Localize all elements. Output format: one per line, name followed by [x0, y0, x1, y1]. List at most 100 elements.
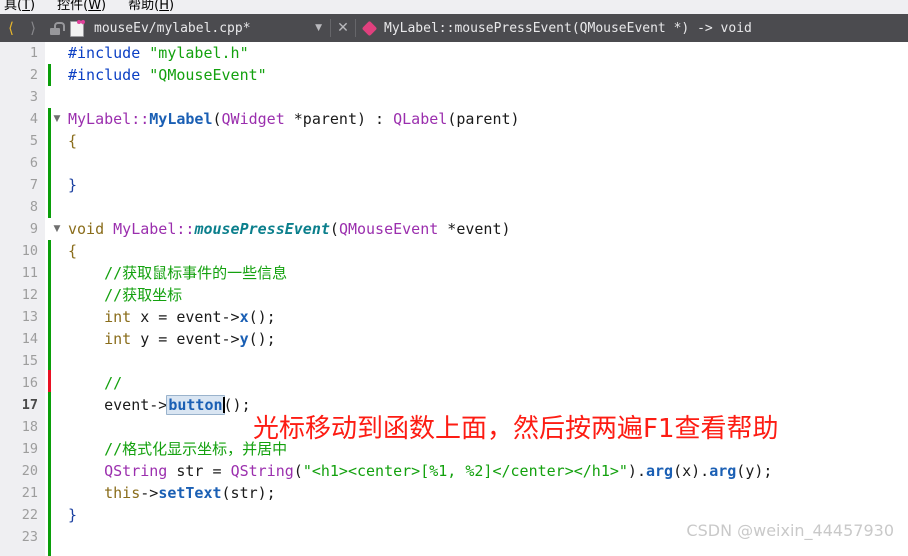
line-number: 9: [29, 221, 38, 237]
navigate-back-button[interactable]: ⟨: [0, 15, 22, 41]
line-text: }: [68, 504, 77, 526]
chevron-down-icon[interactable]: ▼: [315, 23, 328, 33]
code-line[interactable]: 4 ▼ MyLabel::MyLabel(QWidget *parent) : QL…: [0, 108, 908, 130]
back-arrow-icon: ⟨: [8, 18, 14, 37]
line-text: //: [68, 372, 122, 394]
document-modified-icon: [66, 15, 88, 41]
code-line[interactable]: 5{: [0, 130, 908, 152]
line-number: 23: [21, 529, 38, 545]
code-token: (: [329, 220, 339, 238]
line-text: MyLabel::MyLabel(QWidget *parent) : QLab…: [68, 108, 520, 130]
code-line[interactable]: 21 this->setText(str);: [0, 482, 908, 504]
line-text: int y = event->y();: [68, 328, 276, 350]
code-editor[interactable]: 1 #include "mylabel.h" 2 #include "QMouseEv…: [0, 42, 908, 556]
fold-toggle-icon[interactable]: ▼: [52, 108, 62, 130]
line-text: event->button();: [68, 394, 251, 416]
editor-toolbar: ⟨ ⟩ mouseEv/mylabel.cpp* ▼ ✕ MyLabel::mo…: [0, 14, 908, 42]
code-line[interactable]: 15: [0, 350, 908, 372]
line-text: //获取鼠标事件的一些信息: [68, 262, 287, 284]
line-number: 6: [29, 155, 38, 171]
code-line[interactable]: 14 int y = event->y();: [0, 328, 908, 350]
code-token: (str);: [221, 484, 276, 502]
line-number: 14: [21, 331, 38, 347]
code-token: ).: [627, 462, 646, 480]
line-number: 2: [29, 67, 38, 83]
code-token: *event): [438, 220, 511, 238]
code-token: ();: [248, 308, 276, 326]
code-line[interactable]: 10 {: [0, 240, 908, 262]
code-token: event->: [68, 396, 168, 414]
code-line[interactable]: 8: [0, 196, 908, 218]
code-token: (parent): [447, 110, 520, 128]
code-token: y = event->: [131, 330, 240, 348]
unlocked-padlock-icon: [49, 21, 65, 35]
line-number: 15: [21, 353, 38, 369]
code-line[interactable]: 7}: [0, 174, 908, 196]
line-number: 5: [29, 133, 38, 149]
line-text: //格式化显示坐标，并居中: [68, 438, 287, 460]
code-line[interactable]: 12 //获取坐标: [0, 284, 908, 306]
code-lines[interactable]: 1 #include "mylabel.h" 2 #include "QMouseEv…: [0, 42, 908, 556]
code-line[interactable]: 9 ▼ void MyLabel::mousePressEvent(QMouseEv…: [0, 218, 908, 240]
code-line[interactable]: 2 #include "QMouseEvent": [0, 64, 908, 86]
code-line[interactable]: 3: [0, 86, 908, 108]
line-number: 8: [29, 199, 38, 215]
code-token: ::: [131, 110, 150, 128]
code-line[interactable]: 19 //格式化显示坐标，并居中: [0, 438, 908, 460]
code-line[interactable]: 17 event->button();: [0, 394, 908, 416]
code-line[interactable]: 18: [0, 416, 908, 438]
line-number: 10: [21, 243, 38, 259]
code-line[interactable]: 20 QString str = QString("<h1><center>[%…: [0, 460, 908, 482]
code-token: #include: [68, 44, 150, 62]
code-token: {: [68, 242, 78, 260]
code-token: QString: [104, 462, 168, 480]
line-number: 1: [29, 45, 38, 61]
method-diamond-icon: [361, 20, 378, 36]
line-text: //获取坐标: [68, 284, 182, 306]
code-line[interactable]: 13 int x = event->x();: [0, 306, 908, 328]
toolbar-divider-1: [330, 19, 331, 37]
code-token: void: [68, 220, 114, 238]
code-token: arg: [645, 462, 674, 480]
lock-toggle-button[interactable]: [44, 15, 66, 41]
line-number: 12: [21, 287, 38, 303]
menu-item-2[interactable]: 帮助(H): [128, 0, 174, 13]
code-token: "<h1><center>[%1, %2]</center></h1>": [302, 462, 628, 480]
code-token: QWidget: [221, 110, 285, 128]
line-number: 19: [21, 441, 38, 457]
open-file-name: mouseEv/mylabel.cpp*: [94, 20, 251, 36]
code-token: *parent) :: [284, 110, 394, 128]
code-token: setText: [158, 484, 222, 502]
code-line[interactable]: 16 //: [0, 372, 908, 394]
code-token: "QMouseEvent": [149, 66, 267, 84]
code-token: this: [104, 484, 141, 502]
open-file-selector[interactable]: mouseEv/mylabel.cpp* ▼: [66, 15, 328, 41]
code-line[interactable]: 6: [0, 152, 908, 174]
symbol-selector[interactable]: MyLabel::mousePressEvent(QMouseEvent *) …: [384, 21, 752, 36]
toolbar-divider-2: [355, 19, 356, 37]
menu-item-1[interactable]: 控件(W): [57, 0, 106, 13]
code-token: mousePressEvent: [194, 220, 330, 238]
code-line[interactable]: 1 #include "mylabel.h": [0, 42, 908, 64]
code-token: ->: [140, 484, 159, 502]
code-token: //获取鼠标事件的一些信息: [68, 264, 288, 282]
code-token: "mylabel.h": [149, 44, 249, 62]
fold-toggle-icon[interactable]: ▼: [52, 218, 62, 240]
navigate-forward-button[interactable]: ⟩: [22, 15, 44, 41]
code-line[interactable]: 11 //获取鼠标事件的一些信息: [0, 262, 908, 284]
line-number: 17: [21, 397, 38, 413]
menu-item-0[interactable]: 具(T): [4, 0, 35, 13]
code-token: QString: [230, 462, 294, 480]
code-token: (: [293, 462, 303, 480]
line-text: }: [68, 174, 77, 196]
code-token: y: [239, 330, 249, 348]
code-token: ();: [248, 330, 276, 348]
highlighted-occurrence: button: [166, 395, 225, 415]
code-token: arg: [709, 462, 737, 480]
code-token: (x).: [673, 462, 710, 480]
code-token: }: [68, 176, 78, 194]
close-document-button[interactable]: ✕: [333, 20, 353, 36]
line-text: #include "QMouseEvent": [68, 64, 267, 86]
line-text: #include "mylabel.h": [68, 42, 249, 64]
